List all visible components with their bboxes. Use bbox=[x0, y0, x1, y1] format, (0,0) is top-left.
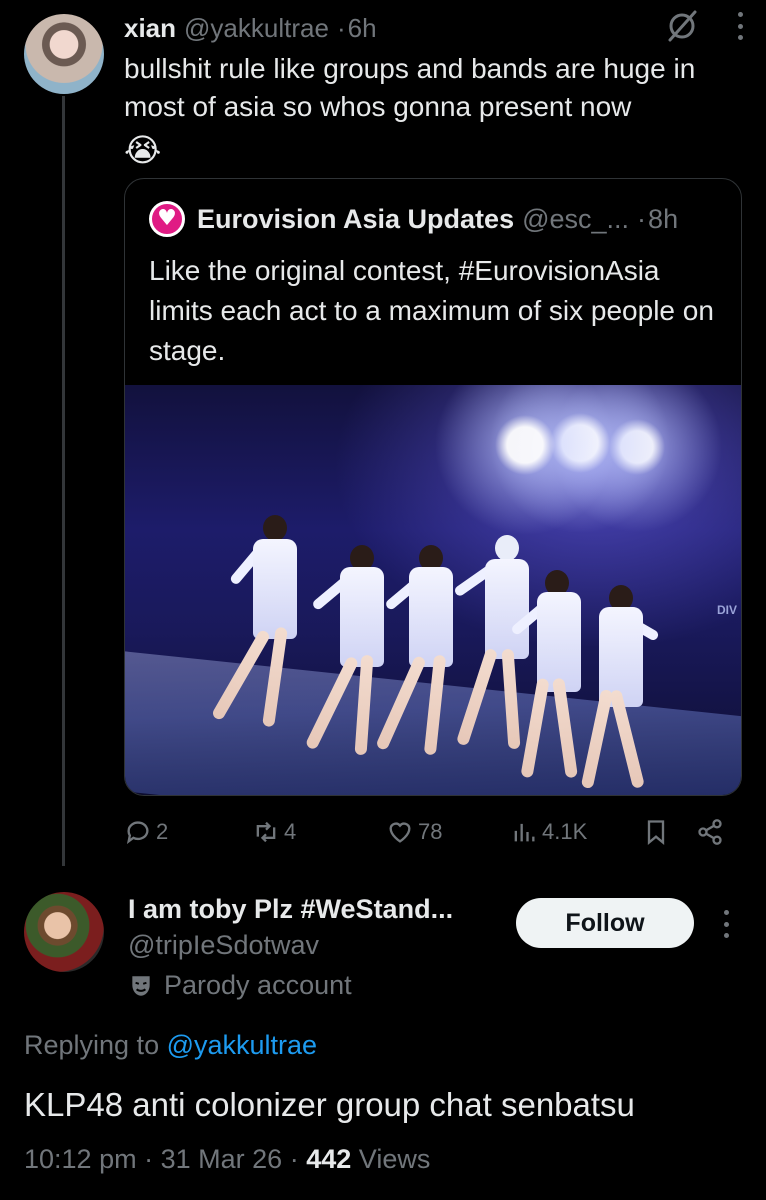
reply-author-name[interactable]: I am toby Plz #WeStand... bbox=[128, 894, 453, 925]
like-count: 78 bbox=[418, 819, 443, 844]
separator: · bbox=[637, 203, 647, 234]
quoted-tweet-header: Eurovision Asia Updates @esc_... · 8h bbox=[149, 201, 678, 237]
thread-connector-line bbox=[62, 96, 65, 866]
reply-button[interactable]: 2 bbox=[124, 812, 168, 852]
repost-icon bbox=[256, 821, 276, 843]
share-button[interactable] bbox=[696, 812, 724, 852]
timestamp[interactable]: 6h bbox=[348, 13, 377, 44]
author-name[interactable]: xian bbox=[124, 13, 176, 44]
heart-icon bbox=[389, 822, 411, 843]
post-views-label: Views bbox=[358, 1144, 431, 1174]
avatar[interactable] bbox=[24, 14, 104, 94]
grok-icon[interactable] bbox=[664, 8, 700, 44]
tweet-action-bar: 2 4 78 4.1K bbox=[124, 812, 734, 852]
replying-to-link[interactable]: @yakkultrae bbox=[167, 1030, 317, 1060]
more-options-icon[interactable] bbox=[736, 12, 744, 40]
replying-to-line: Replying to @yakkultrae bbox=[24, 1030, 317, 1061]
parody-badge: Parody account bbox=[128, 970, 352, 1001]
quoted-author-handle: @esc_... bbox=[522, 203, 630, 234]
like-button[interactable]: 78 bbox=[386, 812, 442, 852]
quoted-author-name: Eurovision Asia Updates bbox=[197, 203, 515, 234]
bookmark-button[interactable] bbox=[642, 812, 670, 852]
reply-icon bbox=[126, 821, 149, 845]
tweet-header: xian @yakkultrae · 6h bbox=[124, 10, 377, 46]
repost-count: 4 bbox=[284, 819, 297, 844]
parody-label: Parody account bbox=[164, 970, 352, 1000]
quoted-tweet[interactable]: Eurovision Asia Updates @esc_... · 8h Li… bbox=[124, 178, 742, 796]
more-options-icon[interactable] bbox=[722, 910, 730, 938]
quoted-timestamp: 8h bbox=[648, 203, 679, 234]
post-views-count: 442 bbox=[306, 1144, 352, 1174]
quoted-avatar-heart-icon bbox=[149, 201, 185, 237]
quoted-tweet-text: Like the original contest, #EurovisionAs… bbox=[149, 255, 714, 366]
post-time[interactable]: 10:12 pm bbox=[24, 1144, 137, 1174]
author-handle[interactable]: @yakkultrae bbox=[184, 13, 329, 44]
views-count: 4.1K bbox=[542, 819, 588, 844]
loudly-crying-emoji: 😭 bbox=[124, 132, 162, 168]
post-metadata: 10:12 pm · 31 Mar 26 · 442 Views bbox=[24, 1144, 430, 1175]
theater-mask-icon bbox=[132, 975, 150, 996]
reply-count: 2 bbox=[156, 819, 169, 844]
tweet-text: bullshit rule like groups and bands are … bbox=[124, 53, 696, 122]
tweet-header-actions bbox=[664, 8, 744, 44]
share-icon bbox=[698, 819, 722, 845]
quoted-tweet-image[interactable]: DIV bbox=[125, 385, 741, 795]
post-thread: xian @yakkultrae · 6h bullshit rule like… bbox=[0, 0, 766, 1200]
separator: · bbox=[336, 12, 346, 43]
repost-button[interactable]: 4 bbox=[252, 812, 296, 852]
broadcaster-logo: DIV bbox=[716, 603, 737, 617]
separator: · bbox=[144, 1144, 154, 1174]
views-button[interactable]: 4.1K bbox=[510, 812, 587, 852]
separator: · bbox=[289, 1144, 299, 1174]
post-date[interactable]: 31 Mar 26 bbox=[161, 1144, 283, 1174]
analytics-icon bbox=[514, 823, 535, 842]
follow-button[interactable]: Follow bbox=[516, 898, 694, 948]
reply-author-handle[interactable]: @tripIeSdotwav bbox=[128, 930, 319, 961]
avatar[interactable] bbox=[24, 892, 104, 972]
replying-prefix: Replying to bbox=[24, 1030, 160, 1060]
reply-text: KLP48 anti colonizer group chat senbatsu bbox=[24, 1086, 635, 1123]
bookmark-icon bbox=[647, 820, 665, 845]
